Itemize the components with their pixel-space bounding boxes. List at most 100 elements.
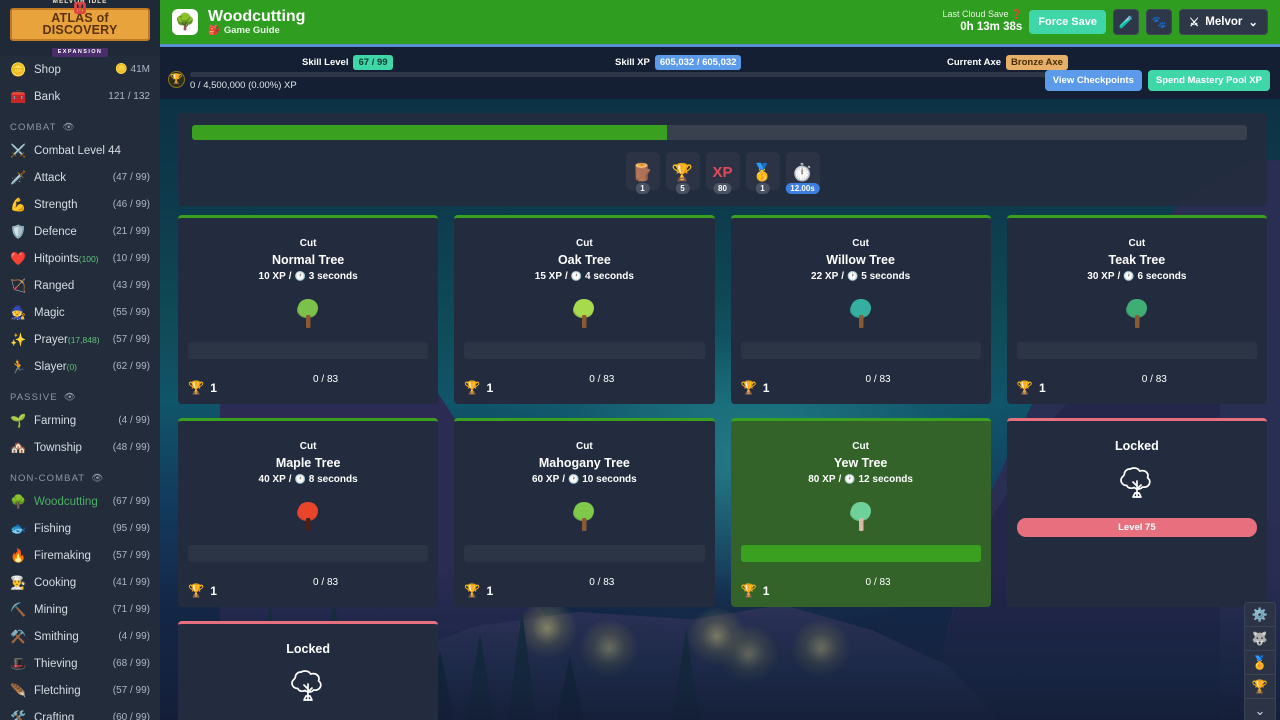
card-xp-time: 22 XP / 🕐 5 seconds [811, 271, 911, 282]
campfire-icon: 🔥 [10, 547, 27, 563]
sidebar-item-smithing[interactable]: ⚒️ Smithing (4 / 99) [0, 623, 160, 650]
tree-card[interactable]: Cut Willow Tree 22 XP / 🕐 5 seconds 🏆 1 0 / 83 [730, 215, 991, 404]
eye-icon[interactable]: 👁 [63, 122, 76, 133]
eye-icon[interactable]: 👁 [64, 392, 77, 403]
chef-hat-icon: 👨‍🍳 [10, 574, 27, 590]
sidebar-item-firemaking[interactable]: 🔥 Firemaking (57 / 99) [0, 542, 160, 569]
tree-card[interactable]: Cut Maple Tree 40 XP / 🕐 8 seconds 🏆 1 0 / 83 [178, 418, 439, 607]
paw-icon[interactable]: 🐾 [1145, 9, 1172, 35]
tree-card[interactable]: Cut Mahogany Tree 60 XP / 🕐 10 seconds 🏆 1 0 / 8… [454, 418, 715, 607]
top-header-bar: 🌳 Woodcutting 🎒 Game Guide Last Cloud Sa… [160, 0, 1280, 44]
sidebar-item-magic[interactable]: 🧙 Magic (55 / 99) [0, 299, 160, 326]
tree-card-grid: Cut Normal Tree 10 XP / 🕐 3 seconds 🏆 1 0 / 83 Cu… [178, 215, 1267, 720]
cloud-save-info: Last Cloud Save ❓ 0h 13m 38s [942, 9, 1022, 35]
sidebar-item-cooking[interactable]: 👨‍🍳 Cooking (41 / 99) [0, 569, 160, 596]
sidebar-item-thieving[interactable]: 🎩 Thieving (68 / 99) [0, 650, 160, 677]
potion-icon[interactable]: 🧪 [1112, 9, 1139, 35]
eye-icon[interactable]: 👁 [91, 473, 104, 484]
sidebar-item-combat-level-44[interactable]: ⚔️ Combat Level 44 [0, 137, 160, 164]
action-stats-row: 🪵 1 🏆 5 XP 80 🥇 1 ⏱️ 12.00s [178, 152, 1267, 194]
wolf-icon[interactable]: 🐺 [1245, 627, 1275, 651]
mastery-pool-bar [190, 72, 1047, 77]
sidebar-item-strength[interactable]: 💪 Strength (46 / 99) [0, 191, 160, 218]
locked-tree-card[interactable]: Locked Level 75 [1006, 418, 1267, 607]
fish-icon: 🐟 [10, 520, 27, 536]
user-menu-button[interactable]: ⚔ Melvor ⌄ [1178, 9, 1268, 35]
melvor-m-icon: 🅼 [73, 1, 87, 16]
trophy-icon[interactable]: 🏆 [1245, 675, 1275, 699]
card-tree-name: Maple Tree [275, 456, 341, 470]
sidebar-item-value: (46 / 99) [112, 199, 150, 210]
card-xp-time: 10 XP / 🕐 3 seconds [258, 271, 358, 282]
tree-card[interactable]: Cut Oak Tree 15 XP / 🕐 4 seconds 🏆 1 0 / 83 [454, 215, 715, 404]
action-stat-log-icon[interactable]: 🪵 1 [625, 152, 660, 194]
trophy-icon: 🏆 [740, 583, 757, 598]
action-stat-badge: 1 [635, 183, 650, 194]
sidebar-item-woodcutting[interactable]: 🌳 Woodcutting (67 / 99) [0, 488, 160, 515]
tree-card[interactable]: Cut Yew Tree 80 XP / 🕐 12 seconds 🏆 1 0 / 83 [730, 418, 991, 607]
card-time-value: 4 seconds [585, 271, 634, 282]
card-xp-value: 22 XP [811, 271, 839, 282]
sidebar-item-township[interactable]: 🏘️ Township (48 / 99) [0, 434, 160, 461]
action-stat-badge: 12.00s [785, 183, 820, 194]
sidebar-item-slayer[interactable]: 🏃 Slayer(0) (62 / 99) [0, 353, 160, 380]
action-stat-xp-text-icon[interactable]: XP 80 [705, 152, 740, 194]
sidebar-item-label: Hitpoints(100) [34, 252, 99, 265]
action-stat-mastery-token-icon[interactable]: 🥇 1 [745, 152, 780, 194]
action-stat-stopwatch-icon[interactable]: ⏱️ 12.00s [785, 152, 820, 194]
bow-icon: 🏹 [10, 277, 27, 293]
gear-icon[interactable]: ⚙️ [1245, 603, 1275, 627]
card-xp-value: 40 XP [258, 474, 286, 485]
sidebar-item-shop[interactable]: 🪙 Shop 🪙 41M [0, 56, 160, 83]
mastery-pool-text: 0 / 4,500,000 (0.00%) XP [190, 80, 297, 91]
view-checkpoints-button[interactable]: View Checkpoints [1044, 70, 1142, 91]
heart-icon: ❤️ [10, 250, 27, 266]
sidebar-item-mining[interactable]: ⛏️ Mining (71 / 99) [0, 596, 160, 623]
brand-logo[interactable]: 🅼 MELVOR IDLE ATLAS of DISCOVERY EXPANSI… [0, 0, 160, 57]
sidebar-item-hitpoints[interactable]: ❤️ Hitpoints(100) (10 / 99) [0, 245, 160, 272]
sidebar-item-ranged[interactable]: 🏹 Ranged (43 / 99) [0, 272, 160, 299]
sidebar-item-value: (95 / 99) [112, 523, 150, 534]
locked-tree-card[interactable]: LockedLevel 90 [178, 621, 439, 720]
game-guide-link[interactable]: 🎒 Game Guide [208, 25, 305, 36]
question-circle-icon[interactable]: ❓ [1011, 9, 1022, 19]
card-action-progress [740, 545, 981, 562]
sidebar-item-crafting[interactable]: 🛠️ Crafting (60 / 99) [0, 704, 160, 720]
sidebar-item-value: (55 / 99) [112, 307, 150, 318]
card-mastery-level: 1 [762, 381, 770, 395]
spend-mastery-pool-button[interactable]: Spend Mastery Pool XP [1147, 70, 1270, 91]
tree-outline-icon [285, 662, 331, 713]
trophy-icon: 🏆 [671, 162, 694, 182]
sidebar-nav: 🪙 Shop 🪙 41M 🧰 Bank 121 / 132 COMBAT 👁 ⚔️ Combat … [0, 56, 160, 720]
sidebar-item-label: Firemaking [34, 549, 91, 562]
card-time-value: 10 seconds [582, 474, 637, 485]
crossed-swords-icon: ⚔️ [10, 142, 27, 158]
sidebar-item-bank[interactable]: 🧰 Bank 121 / 132 [0, 83, 160, 110]
action-stat-trophy-icon[interactable]: 🏆 5 [665, 152, 700, 194]
card-time-value: 3 seconds [308, 271, 358, 282]
card-xp-value: 30 XP [1087, 271, 1115, 282]
tree-mahogany-icon [464, 493, 704, 539]
tree-card[interactable]: Cut Normal Tree 10 XP / 🕐 3 seconds 🏆 1 0 / 83 [178, 215, 439, 404]
skill-xp-label: Skill XP [615, 57, 650, 68]
sidebar-item-attack[interactable]: 🗡️ Attack (47 / 99) [0, 164, 160, 191]
medal-icon[interactable]: 🏅 [1245, 651, 1275, 675]
tree-card[interactable]: Cut Teak Tree 30 XP / 🕐 6 seconds 🏆 1 0 / 83 [1006, 215, 1267, 404]
tree-outline-icon [1114, 459, 1160, 510]
card-xp-time: 80 XP / 🕐 12 seconds [808, 474, 913, 485]
sidebar-item-prayer[interactable]: ✨ Prayer(17,848) (57 / 99) [0, 326, 160, 353]
sidebar-item-fishing[interactable]: 🐟 Fishing (95 / 99) [0, 515, 160, 542]
sidebar-item-defence[interactable]: 🛡️ Defence (21 / 99) [0, 218, 160, 245]
chevron-down-icon[interactable]: ⌄ [1245, 699, 1275, 720]
bank-chest-icon: 🧰 [10, 88, 27, 104]
force-save-button[interactable]: Force Save [1029, 10, 1106, 34]
sidebar-item-label: Smithing [34, 630, 79, 643]
card-mastery: 🏆 1 0 / 83 [464, 577, 704, 597]
active-action-panel: 🪵 1 🏆 5 XP 80 🥇 1 ⏱️ 12.00s [178, 113, 1267, 206]
sidebar-item-label: Prayer(17,848) [34, 333, 100, 346]
sidebar-item-fletching[interactable]: 🪶 Fletching (57 / 99) [0, 677, 160, 704]
card-xp-value: 15 XP [534, 271, 563, 282]
sidebar-item-farming[interactable]: 🌱 Farming (4 / 99) [0, 407, 160, 434]
mastery-pool-icon: 🏆 [168, 71, 185, 88]
sidebar: 🅼 MELVOR IDLE ATLAS of DISCOVERY EXPANSI… [0, 0, 160, 720]
